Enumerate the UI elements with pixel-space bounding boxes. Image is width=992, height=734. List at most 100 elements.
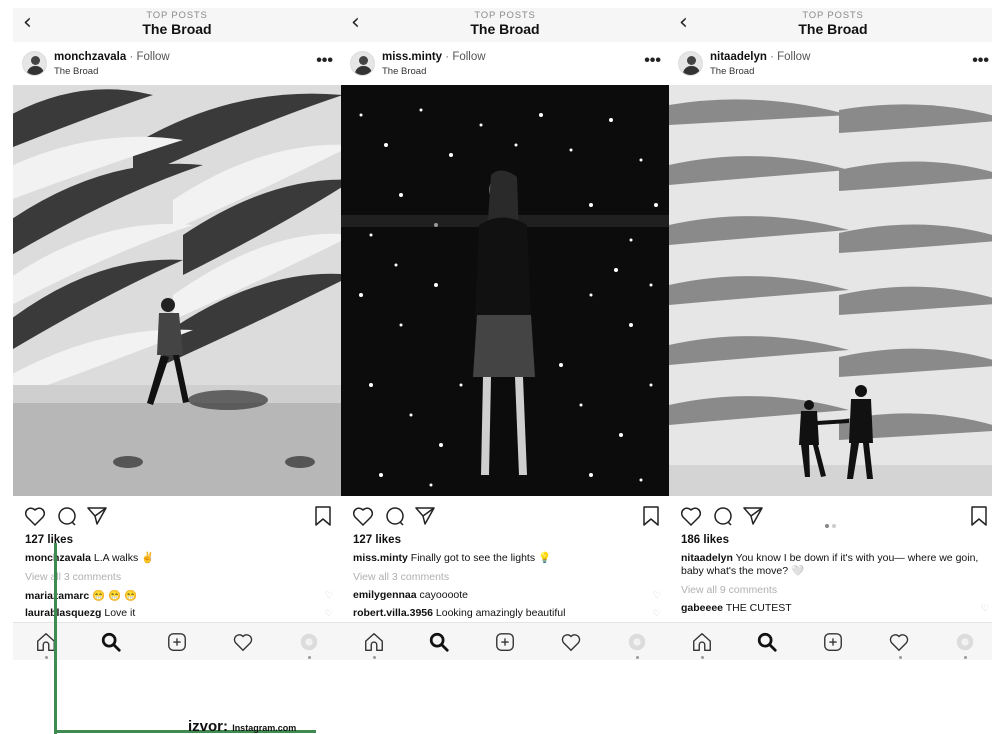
post-header: monchzavala · Follow The Broad ••• — [13, 48, 341, 84]
heart-icon[interactable] — [23, 504, 47, 528]
bookmark-icon[interactable] — [311, 504, 335, 528]
comment-username[interactable]: gabeeee — [681, 602, 723, 614]
activity-heart-icon[interactable] — [888, 631, 910, 653]
follow-button[interactable]: Follow — [452, 51, 485, 63]
post-photo[interactable] — [669, 85, 992, 496]
top-bar: ‹ TOP POSTS The Broad — [13, 8, 341, 42]
share-icon[interactable] — [85, 504, 109, 528]
caption-username[interactable]: miss.minty — [353, 552, 408, 564]
view-all-comments-link[interactable]: View all 9 comments — [681, 584, 777, 596]
credit-brand: izvor: — [188, 718, 229, 734]
view-all-comments-link[interactable]: View all 3 comments — [353, 571, 449, 583]
share-icon[interactable] — [741, 504, 765, 528]
comment-username[interactable]: mariazamarc — [25, 590, 89, 602]
comment-text: 😁 😁 😁 — [92, 590, 138, 602]
comment-like-icon[interactable]: ♡ — [981, 603, 989, 614]
comment-like-icon[interactable]: ♡ — [653, 608, 661, 619]
credit-site: Instagram.com — [232, 723, 297, 733]
top-posts-label: TOP POSTS — [146, 10, 208, 21]
bottom-tab-bar — [669, 622, 992, 660]
comment-text: Looking amazingly beautiful — [435, 607, 566, 619]
carousel-indicator — [825, 515, 845, 528]
post-location[interactable]: The Broad — [710, 66, 754, 77]
profile-icon[interactable] — [626, 631, 648, 653]
post-screen: ‹ TOP POSTS The Broad monchzavala · Foll… — [13, 8, 341, 660]
bookmark-icon[interactable] — [639, 504, 663, 528]
comment-username[interactable]: emilygennaa — [353, 589, 417, 601]
post-photo[interactable] — [341, 85, 669, 496]
post-username[interactable]: monchzavala — [54, 51, 126, 63]
post-caption: nitaadelyn You know I be down if it's wi… — [681, 552, 986, 578]
profile-icon[interactable] — [298, 631, 320, 653]
new-post-icon[interactable] — [494, 631, 516, 653]
comment-row: mariazamarc 😁 😁 😁 ♡ — [25, 589, 335, 603]
post-screen: ‹ TOP POSTS The Broad miss.minty · Follo… — [341, 8, 669, 660]
activity-heart-icon[interactable] — [560, 631, 582, 653]
post-location[interactable]: The Broad — [382, 66, 426, 77]
search-icon[interactable] — [756, 631, 778, 653]
comment-like-icon[interactable]: ♡ — [325, 608, 333, 619]
comment-icon[interactable] — [711, 504, 735, 528]
caption-text: Finally got to see the lights 💡 — [410, 552, 552, 564]
top-bar: ‹ TOP POSTS The Broad — [341, 8, 669, 42]
source-credit: izvor: Instagram.com — [188, 718, 296, 734]
new-post-icon[interactable] — [822, 631, 844, 653]
separator: · — [770, 51, 774, 63]
comment-row: robert.villa.3956 Looking amazingly beau… — [353, 607, 663, 621]
like-count[interactable]: 127 likes — [353, 534, 401, 546]
home-icon[interactable] — [363, 631, 385, 653]
heart-icon[interactable] — [679, 504, 703, 528]
bookmark-icon[interactable] — [967, 504, 991, 528]
post-header: miss.minty · Follow The Broad ••• — [341, 48, 669, 84]
comment-username[interactable]: robert.villa.3956 — [353, 607, 433, 619]
caption-username[interactable]: monchzavala — [25, 552, 91, 564]
caption-username[interactable]: nitaadelyn — [681, 552, 733, 564]
follow-button[interactable]: Follow — [136, 51, 169, 63]
comment-username[interactable]: laurablasquezg — [25, 607, 101, 619]
top-posts-label: TOP POSTS — [802, 10, 864, 21]
post-photo[interactable] — [13, 85, 341, 496]
new-post-icon[interactable] — [166, 631, 188, 653]
top-posts-label: TOP POSTS — [474, 10, 536, 21]
avatar[interactable] — [678, 51, 703, 76]
post-location[interactable]: The Broad — [54, 66, 98, 77]
avatar[interactable] — [350, 51, 375, 76]
separator: · — [129, 51, 134, 63]
comment-like-icon[interactable]: ♡ — [325, 590, 333, 601]
more-icon[interactable]: ••• — [972, 52, 989, 70]
post-caption: monchzavala L.A walks ✌ — [25, 552, 330, 565]
post-username[interactable]: nitaadelyn — [710, 51, 767, 63]
avatar[interactable] — [22, 51, 47, 76]
post-username[interactable]: miss.minty — [382, 51, 442, 63]
comment-text: THE CUTEST — [725, 602, 792, 614]
more-icon[interactable]: ••• — [644, 52, 661, 70]
page-title: The Broad — [798, 21, 868, 37]
post-screen: ‹ TOP POSTS The Broad nitaadelyn · Follo… — [669, 8, 992, 660]
follow-button[interactable]: Follow — [777, 51, 810, 63]
view-all-comments-link[interactable]: View all 3 comments — [25, 571, 121, 583]
comment-icon[interactable] — [383, 504, 407, 528]
post-caption: miss.minty Finally got to see the lights… — [353, 552, 658, 565]
separator: · — [445, 51, 450, 63]
heart-icon[interactable] — [351, 504, 375, 528]
post-actions — [13, 502, 341, 530]
bottom-tab-bar — [341, 622, 669, 660]
search-icon[interactable] — [428, 631, 450, 653]
like-count[interactable]: 127 likes — [25, 534, 73, 546]
comment-text: cayoooote — [419, 589, 469, 601]
caption-text: L.A walks ✌ — [93, 552, 155, 564]
more-icon[interactable]: ••• — [316, 52, 333, 70]
profile-icon[interactable] — [954, 631, 976, 653]
activity-heart-icon[interactable] — [232, 631, 254, 653]
annotation-bracket-vertical — [54, 543, 57, 734]
home-icon[interactable] — [691, 631, 713, 653]
like-count[interactable]: 186 likes — [681, 534, 729, 546]
page-title: The Broad — [142, 21, 212, 37]
post-header: nitaadelyn · Follow The Broad ••• — [669, 48, 992, 84]
share-icon[interactable] — [413, 504, 437, 528]
search-icon[interactable] — [100, 631, 122, 653]
comment-like-icon[interactable]: ♡ — [653, 590, 661, 601]
comment-icon[interactable] — [55, 504, 79, 528]
comment-row: emilygennaa cayoooote ♡ — [353, 589, 663, 603]
post-actions — [341, 502, 669, 530]
